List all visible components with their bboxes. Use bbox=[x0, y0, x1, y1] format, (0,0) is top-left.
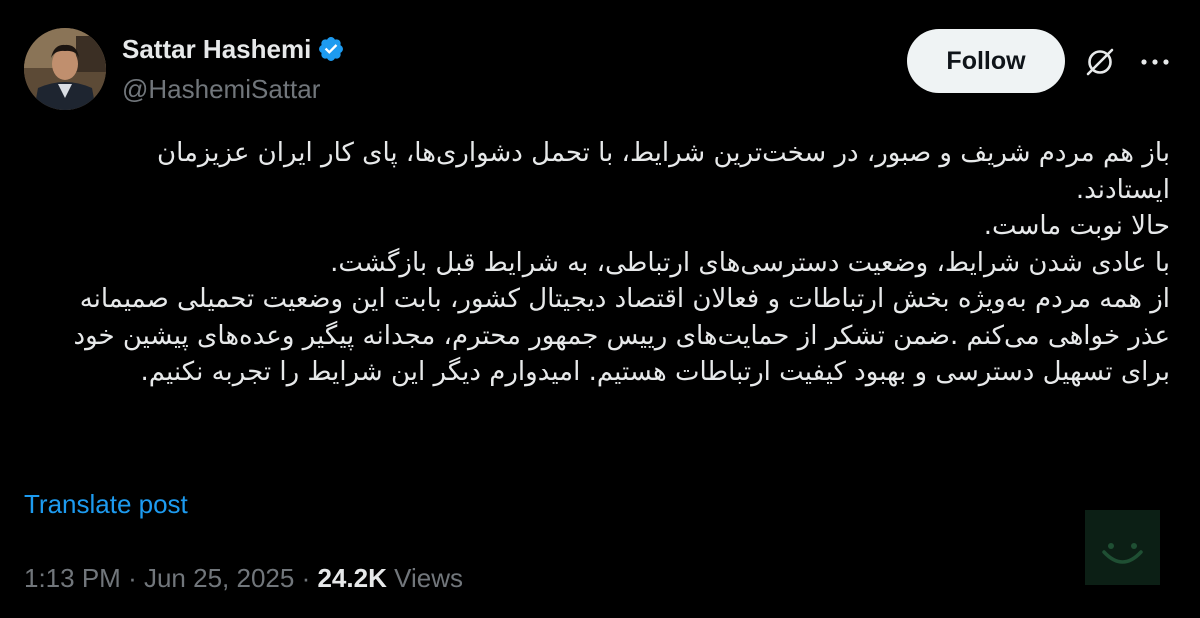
post-line: عذر خواهی می‌کنم .ضمن تشکر از حمایت‌های … bbox=[73, 320, 1170, 351]
post-metadata: 1:13 PM · Jun 25, 2025 · 24.2K Views bbox=[24, 562, 463, 594]
follow-button[interactable]: Follow bbox=[907, 29, 1065, 93]
avatar-photo bbox=[24, 28, 106, 110]
post-line: با عادی شدن شرایط، وضعیت دسترسی‌های ارتب… bbox=[330, 247, 1170, 278]
meta-separator: · bbox=[128, 563, 137, 593]
author-name-text[interactable]: Sattar Hashemi bbox=[122, 34, 311, 64]
grok-slash-circle-icon[interactable] bbox=[1083, 45, 1117, 79]
post-line: حالا نوبت ماست. bbox=[983, 211, 1170, 241]
views-label: Views bbox=[394, 563, 463, 593]
more-horizontal-icon[interactable] bbox=[1138, 50, 1172, 74]
post-line: برای تسهیل دسترسی و بهبود کیفیت ارتباطات… bbox=[140, 357, 1170, 387]
post-line: باز هم مردم شریف و صبور، در سخت‌ترین شرا… bbox=[156, 138, 1170, 168]
post-line: از همه مردم به‌ویژه بخش ارتباطات و فعالا… bbox=[79, 284, 1170, 314]
meta-separator: · bbox=[301, 563, 311, 593]
author-display-name[interactable]: Sattar Hashemi bbox=[122, 33, 345, 65]
author-handle[interactable]: @HashemiSattar bbox=[122, 73, 320, 105]
post-time[interactable]: 1:13 PM bbox=[24, 563, 121, 593]
post-text: باز هم مردم شریف و صبور، در سخت‌ترین شرا… bbox=[73, 135, 1170, 391]
post-date[interactable]: Jun 25, 2025 bbox=[144, 563, 294, 593]
smiley-face-icon bbox=[1102, 543, 1143, 564]
smiley-overlay-widget[interactable] bbox=[1085, 510, 1160, 585]
views-count: 24.2K bbox=[317, 563, 387, 593]
avatar[interactable] bbox=[24, 28, 106, 110]
translate-post-link[interactable]: Translate post bbox=[24, 488, 188, 520]
verified-badge-icon bbox=[319, 37, 344, 61]
post-line: ایستادند. bbox=[1075, 174, 1170, 205]
